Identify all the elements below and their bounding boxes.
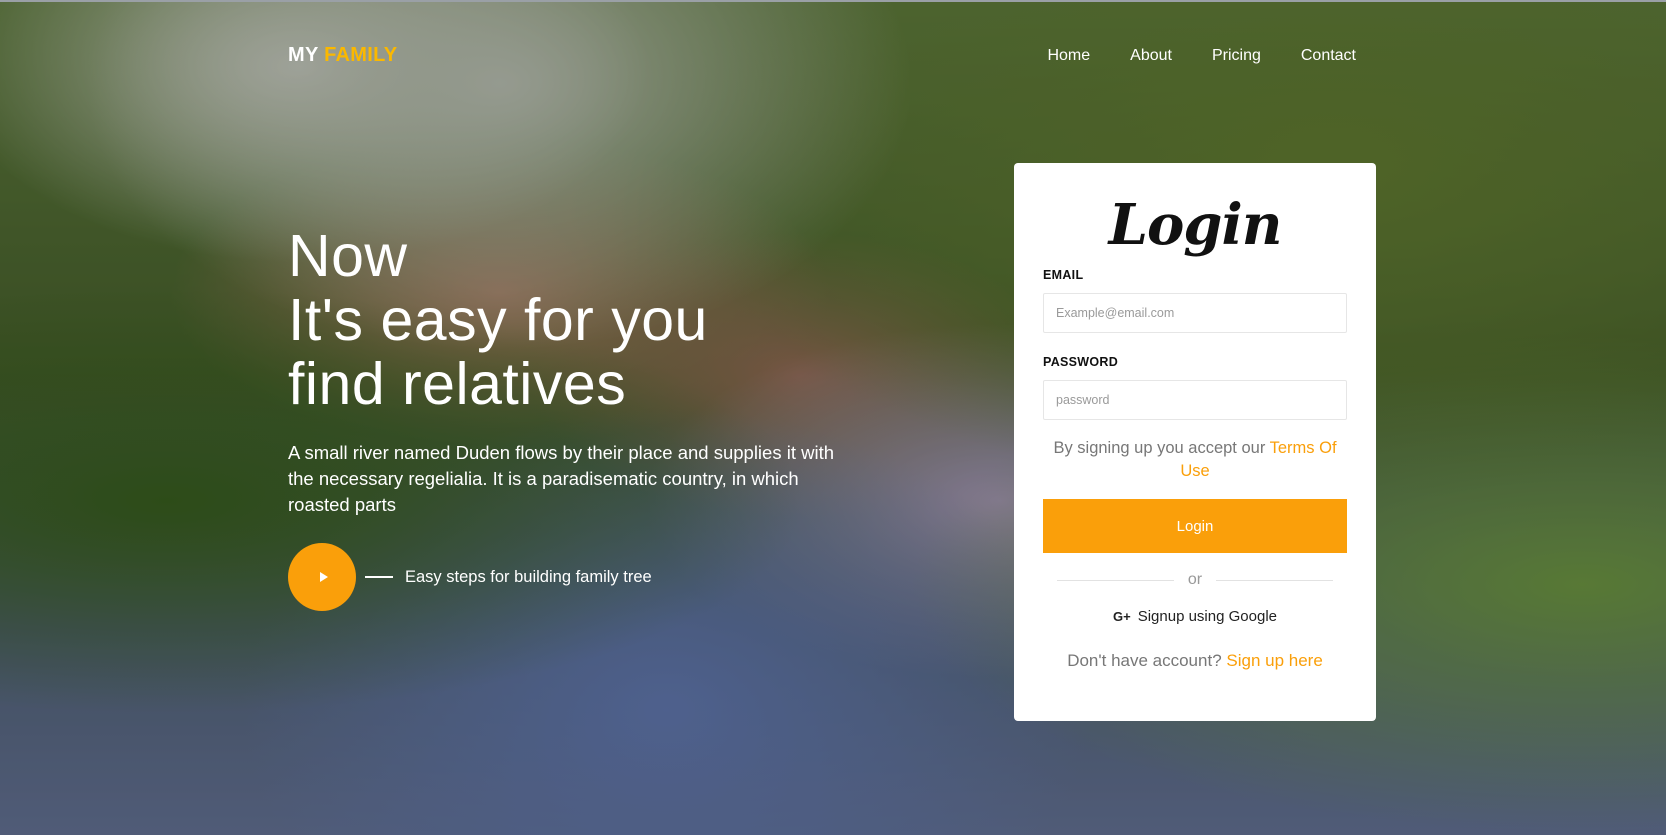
- brand-logo-part1: MY: [288, 44, 319, 66]
- play-video-button[interactable]: [288, 543, 356, 611]
- password-field[interactable]: [1043, 380, 1347, 420]
- email-label: EMAIL: [1043, 268, 1084, 282]
- hero-overlay: [0, 0, 1666, 835]
- signup-prompt: Don't have account? Sign up here: [1043, 651, 1347, 671]
- or-text: or: [1187, 571, 1203, 588]
- password-label: PASSWORD: [1043, 355, 1119, 369]
- hero-headline-line-1: Now: [288, 223, 408, 289]
- play-icon: [319, 572, 328, 582]
- email-field[interactable]: [1043, 293, 1347, 333]
- main-nav: Home About Pricing Contact: [1047, 47, 1356, 65]
- nav-about[interactable]: About: [1130, 47, 1172, 65]
- hero-headline-line-3: find relatives: [288, 351, 627, 417]
- login-button[interactable]: Login: [1043, 499, 1347, 553]
- nav-pricing[interactable]: Pricing: [1212, 47, 1261, 65]
- google-signup-text: Signup using Google: [1137, 608, 1277, 625]
- google-signup-button[interactable]: G+ Signup using Google: [1043, 608, 1347, 625]
- signup-link[interactable]: Sign up here: [1226, 651, 1322, 670]
- hero-headline-line-2: It's easy for you: [288, 287, 708, 353]
- or-line-right: [1216, 579, 1334, 581]
- nav-home[interactable]: Home: [1047, 47, 1090, 65]
- cta-text: Easy steps for building family tree: [405, 567, 652, 586]
- terms-prefix: By signing up you accept our: [1053, 439, 1266, 457]
- hero-cta: Easy steps for building family tree: [288, 543, 652, 611]
- hero-headline: Now It's easy for you find relatives: [288, 224, 708, 416]
- hero-description: A small river named Duden flows by their…: [288, 442, 835, 515]
- google-plus-icon: G+: [1113, 609, 1131, 624]
- terms-text: By signing up you accept our Terms Of Us…: [1043, 437, 1347, 483]
- signup-prefix: Don't have account?: [1067, 651, 1222, 670]
- top-border: [0, 0, 1666, 2]
- login-card: Login EMAIL PASSWORD By signing up you a…: [1014, 163, 1376, 721]
- or-divider: or: [1043, 571, 1347, 589]
- brand-logo-part2: FAMILY: [324, 44, 398, 66]
- cta-divider: [365, 576, 393, 578]
- or-line-left: [1057, 579, 1174, 581]
- brand-logo[interactable]: MY FAMILY: [288, 44, 397, 67]
- hero-background: [0, 0, 1666, 835]
- nav-contact[interactable]: Contact: [1301, 47, 1356, 65]
- login-title: Login: [1108, 192, 1283, 258]
